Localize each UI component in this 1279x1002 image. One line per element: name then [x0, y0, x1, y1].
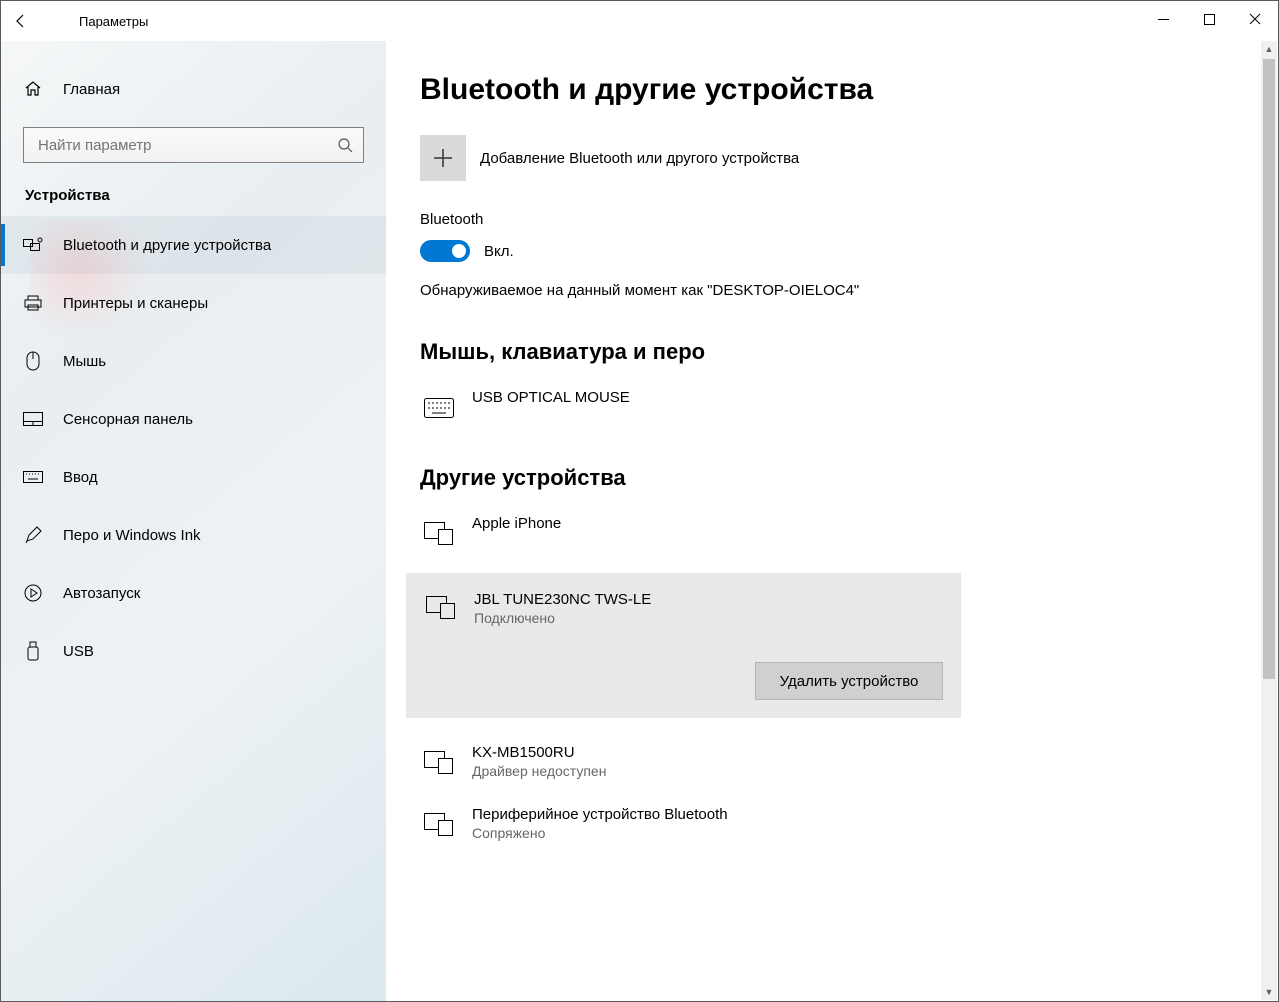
- device-icon: [422, 746, 456, 780]
- device-status: Подключено: [474, 610, 651, 626]
- section-mouse-keyboard: Мышь, клавиатура и перо: [420, 339, 1278, 365]
- remove-device-button[interactable]: Удалить устройство: [755, 662, 943, 700]
- nav-label: Ввод: [63, 469, 98, 486]
- device-row[interactable]: Apple iPhone: [420, 507, 1278, 569]
- window-title: Параметры: [41, 14, 148, 29]
- nav-label: Перо и Windows Ink: [63, 527, 201, 544]
- add-device-button[interactable]: Добавление Bluetooth или другого устройс…: [420, 135, 1278, 181]
- nav-bluetooth[interactable]: Bluetooth и другие устройства: [1, 216, 386, 274]
- nav-autoplay[interactable]: Автозапуск: [1, 564, 386, 622]
- device-name: USB OPTICAL MOUSE: [472, 389, 630, 406]
- sidebar-nav: Bluetooth и другие устройства Принтеры и…: [1, 216, 386, 680]
- device-icon: [424, 591, 458, 625]
- autoplay-icon: [23, 583, 43, 603]
- device-name: KX-MB1500RU: [472, 744, 606, 761]
- bluetooth-devices-icon: [23, 235, 43, 255]
- scroll-up-arrow[interactable]: ▲: [1261, 41, 1277, 57]
- sidebar-home[interactable]: Главная: [1, 69, 386, 109]
- touchpad-icon: [23, 409, 43, 429]
- keyboard-icon: [23, 467, 43, 487]
- nav-touchpad[interactable]: Сенсорная панель: [1, 390, 386, 448]
- add-device-label: Добавление Bluetooth или другого устройс…: [480, 150, 799, 167]
- bluetooth-toggle-state: Вкл.: [484, 243, 514, 260]
- device-name: Apple iPhone: [472, 515, 561, 532]
- device-status: Драйвер недоступен: [472, 763, 606, 779]
- bluetooth-toggle[interactable]: [420, 240, 470, 262]
- nav-printers[interactable]: Принтеры и сканеры: [1, 274, 386, 332]
- pen-icon: [23, 525, 43, 545]
- back-button[interactable]: [1, 1, 41, 41]
- discoverable-text: Обнаруживаемое на данный момент как "DES…: [420, 282, 1278, 299]
- mouse-icon: [23, 351, 43, 371]
- plus-icon: [420, 135, 466, 181]
- nav-label: Сенсорная панель: [63, 411, 193, 428]
- nav-label: Принтеры и сканеры: [63, 295, 208, 312]
- scroll-down-arrow[interactable]: ▼: [1261, 984, 1277, 1000]
- minimize-button[interactable]: [1140, 3, 1186, 35]
- search-box[interactable]: [23, 127, 364, 163]
- device-row[interactable]: KX-MB1500RU Драйвер недоступен: [420, 736, 1278, 798]
- nav-usb[interactable]: USB: [1, 622, 386, 680]
- keyboard-icon: [422, 391, 456, 425]
- sidebar-category: Устройства: [25, 187, 386, 204]
- nav-label: Bluetooth и другие устройства: [63, 237, 271, 254]
- device-row[interactable]: USB OPTICAL MOUSE: [420, 381, 1278, 443]
- device-name: Периферийное устройство Bluetooth: [472, 806, 728, 823]
- nav-label: Автозапуск: [63, 585, 140, 602]
- search-input[interactable]: [38, 137, 337, 154]
- bluetooth-label: Bluetooth: [420, 211, 1278, 228]
- scroll-thumb[interactable]: [1263, 59, 1275, 679]
- nav-pen[interactable]: Перо и Windows Ink: [1, 506, 386, 564]
- printer-icon: [23, 293, 43, 313]
- nav-mouse[interactable]: Мышь: [1, 332, 386, 390]
- nav-typing[interactable]: Ввод: [1, 448, 386, 506]
- device-name: JBL TUNE230NC TWS-LE: [474, 591, 651, 608]
- nav-label: USB: [63, 643, 94, 660]
- sidebar: Главная Устройства Bluetooth и другие ус…: [1, 41, 386, 1001]
- close-button[interactable]: [1232, 3, 1278, 35]
- search-icon: [337, 137, 353, 153]
- window-controls: [1140, 7, 1278, 35]
- section-other-devices: Другие устройства: [420, 465, 1278, 491]
- page-title: Bluetooth и другие устройства: [420, 73, 1278, 107]
- scrollbar[interactable]: ▲ ▼: [1261, 41, 1277, 1000]
- usb-icon: [23, 641, 43, 661]
- sidebar-home-label: Главная: [63, 81, 120, 98]
- device-status: Сопряжено: [472, 825, 728, 841]
- device-card-selected[interactable]: JBL TUNE230NC TWS-LE Подключено Удалить …: [406, 573, 961, 718]
- device-icon: [422, 808, 456, 842]
- nav-label: Мышь: [63, 353, 106, 370]
- titlebar: Параметры: [1, 1, 1278, 41]
- maximize-button[interactable]: [1186, 3, 1232, 35]
- main-panel: Bluetooth и другие устройства Добавление…: [386, 41, 1278, 1001]
- device-row[interactable]: Периферийное устройство Bluetooth Сопряж…: [420, 798, 1278, 860]
- device-icon: [422, 517, 456, 551]
- home-icon: [23, 79, 43, 99]
